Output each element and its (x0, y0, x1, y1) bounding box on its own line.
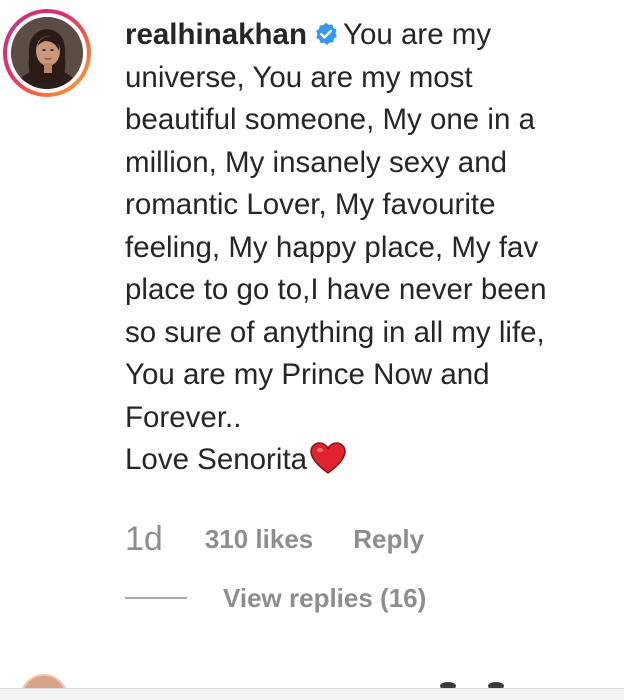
reply-button[interactable]: Reply (353, 524, 424, 555)
view-replies-button[interactable]: View replies (16) (125, 576, 426, 620)
username-link[interactable]: realhinakhan (125, 18, 307, 51)
comment-meta-row: 1d 310 likes Reply (125, 514, 424, 564)
view-replies-label: View replies (16) (223, 582, 427, 613)
comment-timestamp[interactable]: 1d (125, 520, 163, 559)
comment-text-line: Love Senorita (125, 443, 308, 476)
story-ring[interactable] (3, 9, 91, 97)
verified-badge-icon (316, 22, 337, 45)
heart-icon (310, 442, 346, 474)
comment-text-line: You are my (342, 18, 492, 51)
next-comment-text-fragment (440, 682, 504, 688)
comment-last-line: Love Senorita (125, 439, 621, 482)
comment-first-line: realhinakhan You are my (125, 14, 621, 57)
replies-divider (125, 597, 187, 599)
avatar-photo (11, 17, 83, 89)
comment-text-line: romantic Lover, My favourite (125, 188, 496, 221)
comment-text-line: so sure of anything in all my life, (125, 315, 545, 349)
likes-count-button[interactable]: 310 likes (205, 524, 313, 555)
comment-body: realhinakhan You are my universe, You ar… (125, 14, 621, 482)
comment-text-line: beautiful someone, My one in a (125, 103, 535, 136)
avatar[interactable] (11, 17, 83, 89)
comment-text-line: You are my Prince Now and (125, 358, 490, 391)
comment-text-line: universe, You are my most (125, 60, 473, 94)
comment-text-line: Forever.. (125, 400, 242, 434)
bottom-divider (0, 688, 624, 700)
instagram-comment-page: realhinakhan You are my universe, You ar… (0, 0, 624, 700)
comment-text-line: million, My insanely sexy and (125, 145, 508, 179)
comment-text-line: place to go to,I have never been (125, 273, 547, 306)
comment-text-line: feeling, My happy place, My fav (125, 230, 539, 264)
avatar-frame (7, 13, 87, 93)
